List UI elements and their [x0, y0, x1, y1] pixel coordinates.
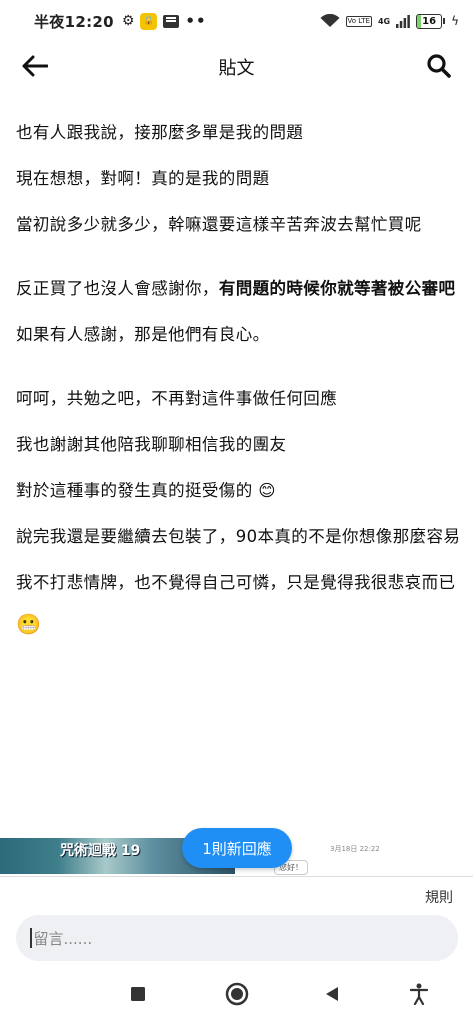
new-reply-button[interactable]: 1則新回應	[182, 828, 292, 868]
back-button[interactable]	[20, 50, 50, 82]
post-paragraph: 現在想想，對啊！真的是我的問題	[16, 169, 270, 188]
gear-icon: ⚙	[121, 13, 135, 29]
grimace-emoji: 😬	[16, 612, 42, 636]
status-right-icons: Vo LTE 4G 16 ϟ	[320, 13, 459, 29]
post-paragraph: 對於這種事的發生真的挺受傷的 😊	[16, 481, 276, 500]
rules-link[interactable]: 規則	[425, 887, 453, 907]
wifi-icon	[320, 14, 340, 27]
post-paragraph: 如果有人感謝，那是他們有良心。	[16, 325, 270, 344]
accessibility-icon	[410, 983, 428, 1005]
text-caret	[30, 928, 32, 948]
post-body: 也有人跟我說，接那麼多單是我的問題 現在想想，對啊！真的是我的問題 當初說多少就…	[16, 118, 461, 656]
square-icon	[131, 987, 145, 1001]
battery-level: 16	[422, 15, 437, 27]
battery-icon: 16	[416, 13, 443, 29]
comment-placeholder: 留言......	[33, 929, 93, 948]
triangle-back-icon	[326, 987, 338, 1001]
post-paragraph: 我不打悲情牌，也不覺得自己可憐，只是覺得我很悲哀而已	[16, 573, 456, 592]
comment-composer: 規則 留言......	[0, 876, 473, 968]
post-text: 反正買了也沒人會感謝你，	[16, 279, 219, 298]
post-paragraph: 呵呵，共勉之吧，不再對這件事做任何回應	[16, 389, 338, 408]
post-paragraph-emphasis: 反正買了也沒人會感謝你，有問題的時候你就等著被公審吧	[16, 274, 461, 303]
volte-badge: Vo LTE	[345, 15, 372, 27]
post-paragraph: 當初說多少就多少，幹嘛還要這樣辛苦奔波去幫忙買呢	[16, 215, 422, 234]
preview-image-caption: 咒術迴戰 19	[60, 843, 141, 859]
message-icon	[163, 14, 180, 28]
status-notification-icons: ⚙ 🔒 ••	[122, 12, 207, 30]
charging-icon: ϟ	[451, 14, 459, 28]
accessibility-button[interactable]	[410, 983, 428, 1005]
status-time: 半夜12:20	[34, 12, 114, 31]
back-nav-button[interactable]	[324, 986, 340, 1002]
post-paragraph: 我也謝謝其他陪我聊聊相信我的團友	[16, 435, 287, 454]
recents-button[interactable]	[130, 986, 146, 1002]
home-circle-icon	[225, 982, 249, 1006]
home-button[interactable]	[225, 982, 249, 1006]
system-nav-bar	[0, 968, 473, 1024]
search-button[interactable]	[423, 50, 455, 82]
header-bar: 貼文	[0, 42, 473, 92]
signal-icon	[396, 14, 410, 28]
preview-date: 3月18日 22:22	[330, 845, 380, 853]
status-bar: 半夜12:20 ⚙ 🔒 •• Vo LTE 4G 16 ϟ	[0, 0, 473, 42]
more-dots: ••	[185, 12, 207, 30]
post-paragraph: 說完我還是要繼續去包裝了，90本真的不是你想像那麼容易	[16, 527, 461, 546]
post-bold-text: 有問題的時候你就等著被公審吧	[218, 279, 456, 298]
network-type: 4G	[377, 16, 391, 26]
search-icon	[427, 54, 451, 78]
lock-badge-icon: 🔒	[140, 12, 158, 30]
page-title: 貼文	[218, 58, 255, 79]
comment-input[interactable]: 留言......	[16, 915, 458, 961]
battery-cap	[443, 18, 446, 24]
post-paragraph: 也有人跟我說，接那麼多單是我的問題	[16, 123, 304, 142]
arrow-left-icon	[22, 55, 48, 77]
